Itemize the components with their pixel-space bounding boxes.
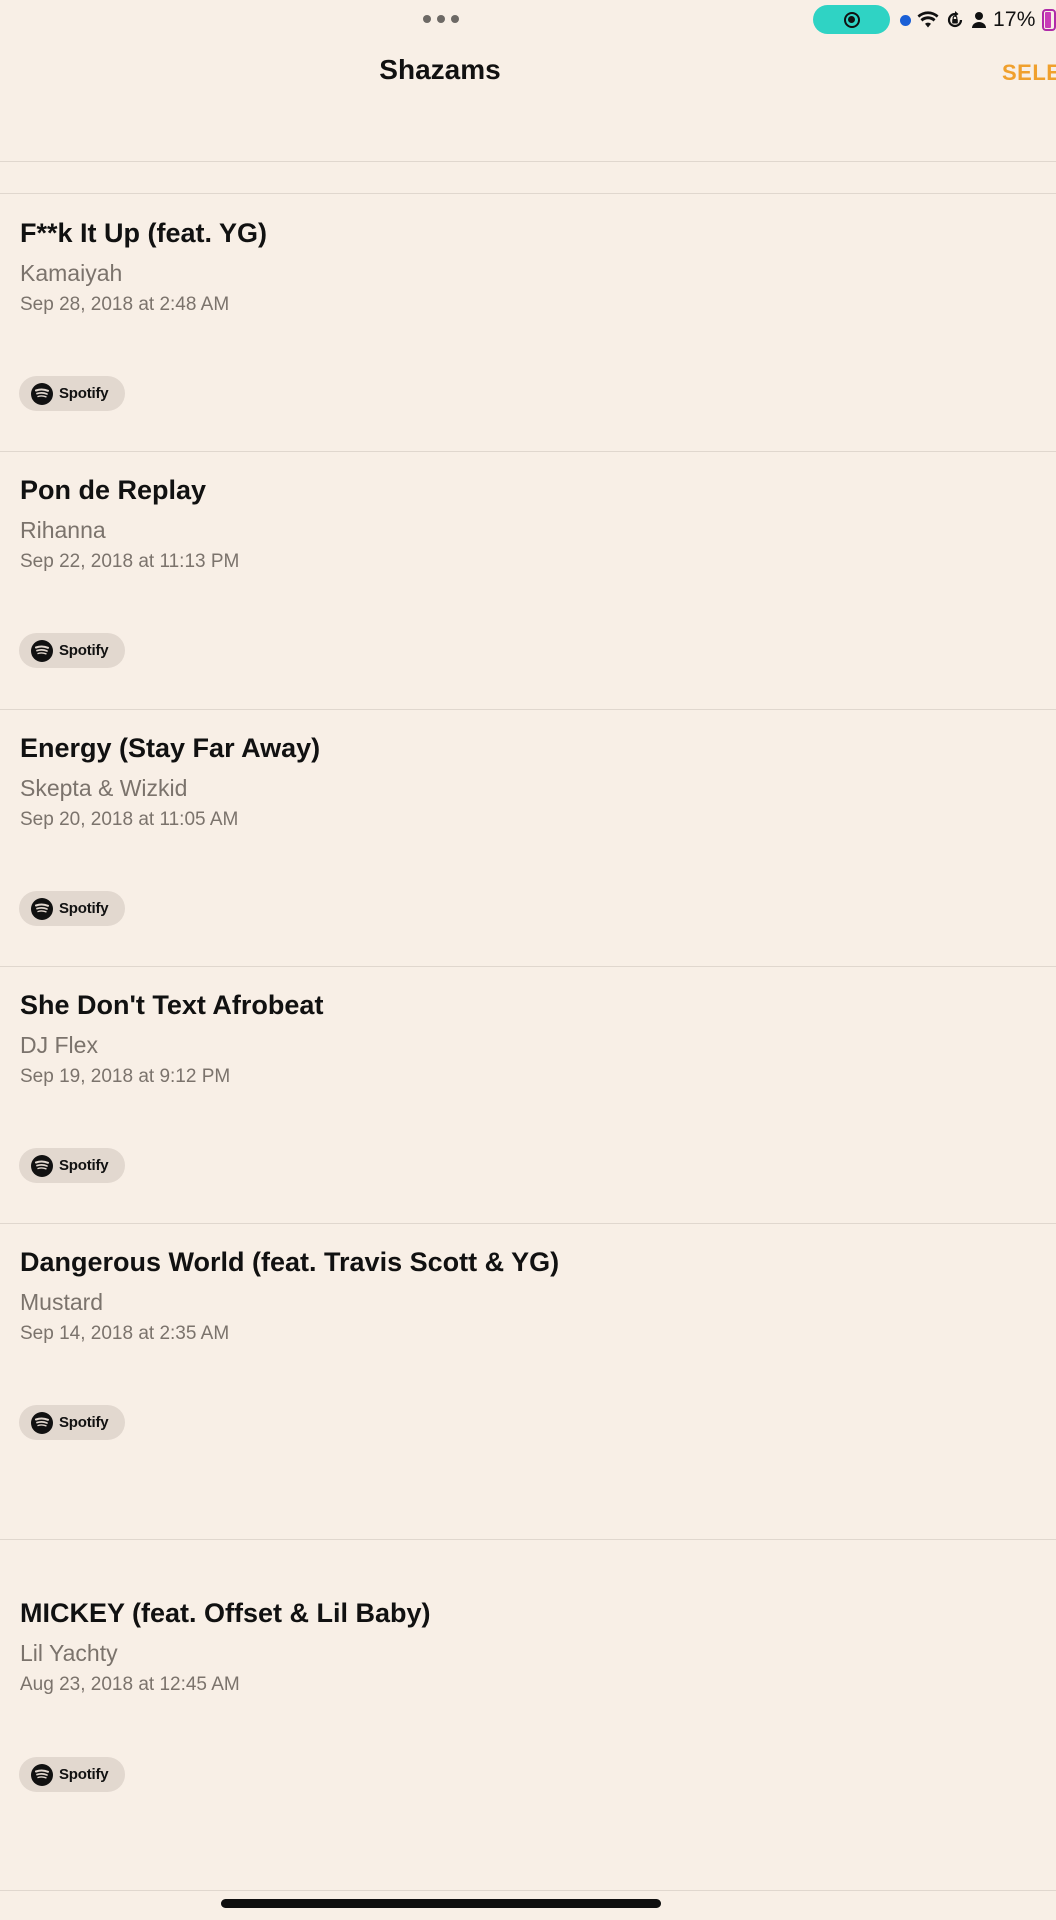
spotify-label: Spotify bbox=[59, 1766, 109, 1783]
artist-name[interactable]: Skepta & Wizkid bbox=[20, 775, 187, 802]
shazam-date: Sep 28, 2018 at 2:48 AM bbox=[20, 294, 230, 315]
artist-name[interactable]: Lil Yachty bbox=[20, 1640, 118, 1667]
spotify-label: Spotify bbox=[59, 1157, 109, 1174]
shazam-date: Sep 19, 2018 at 9:12 PM bbox=[20, 1066, 231, 1087]
track-title[interactable]: She Don't Text Afrobeat bbox=[20, 990, 323, 1021]
spotify-button[interactable]: Spotify bbox=[19, 891, 125, 926]
list-divider bbox=[0, 966, 1056, 967]
battery-icon bbox=[1041, 9, 1056, 31]
multitasking-dots-icon[interactable] bbox=[423, 14, 459, 24]
spotify-label: Spotify bbox=[59, 900, 109, 917]
track-title[interactable]: F**k It Up (feat. YG) bbox=[20, 218, 267, 249]
list-divider bbox=[0, 193, 1056, 194]
spotify-icon bbox=[31, 897, 53, 920]
spotify-label: Spotify bbox=[59, 642, 109, 659]
list-divider bbox=[0, 451, 1056, 452]
spotify-icon bbox=[31, 1411, 53, 1434]
spotify-label: Spotify bbox=[59, 385, 109, 402]
track-title[interactable]: Dangerous World (feat. Travis Scott & YG… bbox=[20, 1247, 559, 1278]
spotify-button[interactable]: Spotify bbox=[19, 1405, 125, 1440]
section-divider bbox=[0, 1539, 1056, 1540]
spotify-button[interactable]: Spotify bbox=[19, 1757, 125, 1792]
screen-recording-icon bbox=[843, 11, 860, 28]
status-icons: 17% bbox=[900, 6, 1056, 34]
artist-name[interactable]: DJ Flex bbox=[20, 1032, 98, 1059]
battery-percent: 17% bbox=[993, 8, 1036, 31]
spotify-button[interactable]: Spotify bbox=[19, 633, 125, 668]
list-divider bbox=[0, 709, 1056, 710]
location-dot-icon bbox=[900, 14, 911, 26]
list-divider bbox=[0, 1223, 1056, 1224]
spotify-button[interactable]: Spotify bbox=[19, 1148, 125, 1183]
track-title[interactable]: MICKEY (feat. Offset & Lil Baby) bbox=[20, 1598, 431, 1629]
artist-name[interactable]: Rihanna bbox=[20, 517, 106, 544]
shazam-date: Sep 20, 2018 at 11:05 AM bbox=[20, 809, 239, 830]
orientation-lock-icon bbox=[947, 11, 963, 28]
status-bar: 17% bbox=[0, 0, 1056, 40]
screen-recording-indicator[interactable] bbox=[813, 5, 890, 34]
spotify-label: Spotify bbox=[59, 1414, 109, 1431]
spotify-icon bbox=[31, 1154, 53, 1177]
spotify-button[interactable]: Spotify bbox=[19, 376, 125, 411]
spotify-icon bbox=[31, 639, 53, 662]
track-title[interactable]: Pon de Replay bbox=[20, 475, 206, 506]
spotify-icon bbox=[31, 1763, 53, 1786]
spotify-icon bbox=[31, 382, 53, 405]
person-icon bbox=[972, 12, 986, 28]
shazam-date: Aug 23, 2018 at 12:45 AM bbox=[20, 1674, 240, 1695]
bottom-divider bbox=[0, 1890, 1056, 1891]
shazam-date: Sep 22, 2018 at 11:13 PM bbox=[20, 551, 240, 572]
track-title[interactable]: Energy (Stay Far Away) bbox=[20, 733, 320, 764]
home-indicator[interactable] bbox=[221, 1899, 661, 1908]
shazam-date: Sep 14, 2018 at 2:35 AM bbox=[20, 1323, 230, 1344]
header-divider bbox=[0, 161, 1056, 162]
artist-name[interactable]: Mustard bbox=[20, 1289, 103, 1316]
wifi-icon bbox=[917, 11, 939, 28]
page-title: Shazams bbox=[379, 54, 501, 85]
artist-name[interactable]: Kamaiyah bbox=[20, 260, 122, 287]
select-button[interactable]: SELE bbox=[1002, 60, 1056, 86]
